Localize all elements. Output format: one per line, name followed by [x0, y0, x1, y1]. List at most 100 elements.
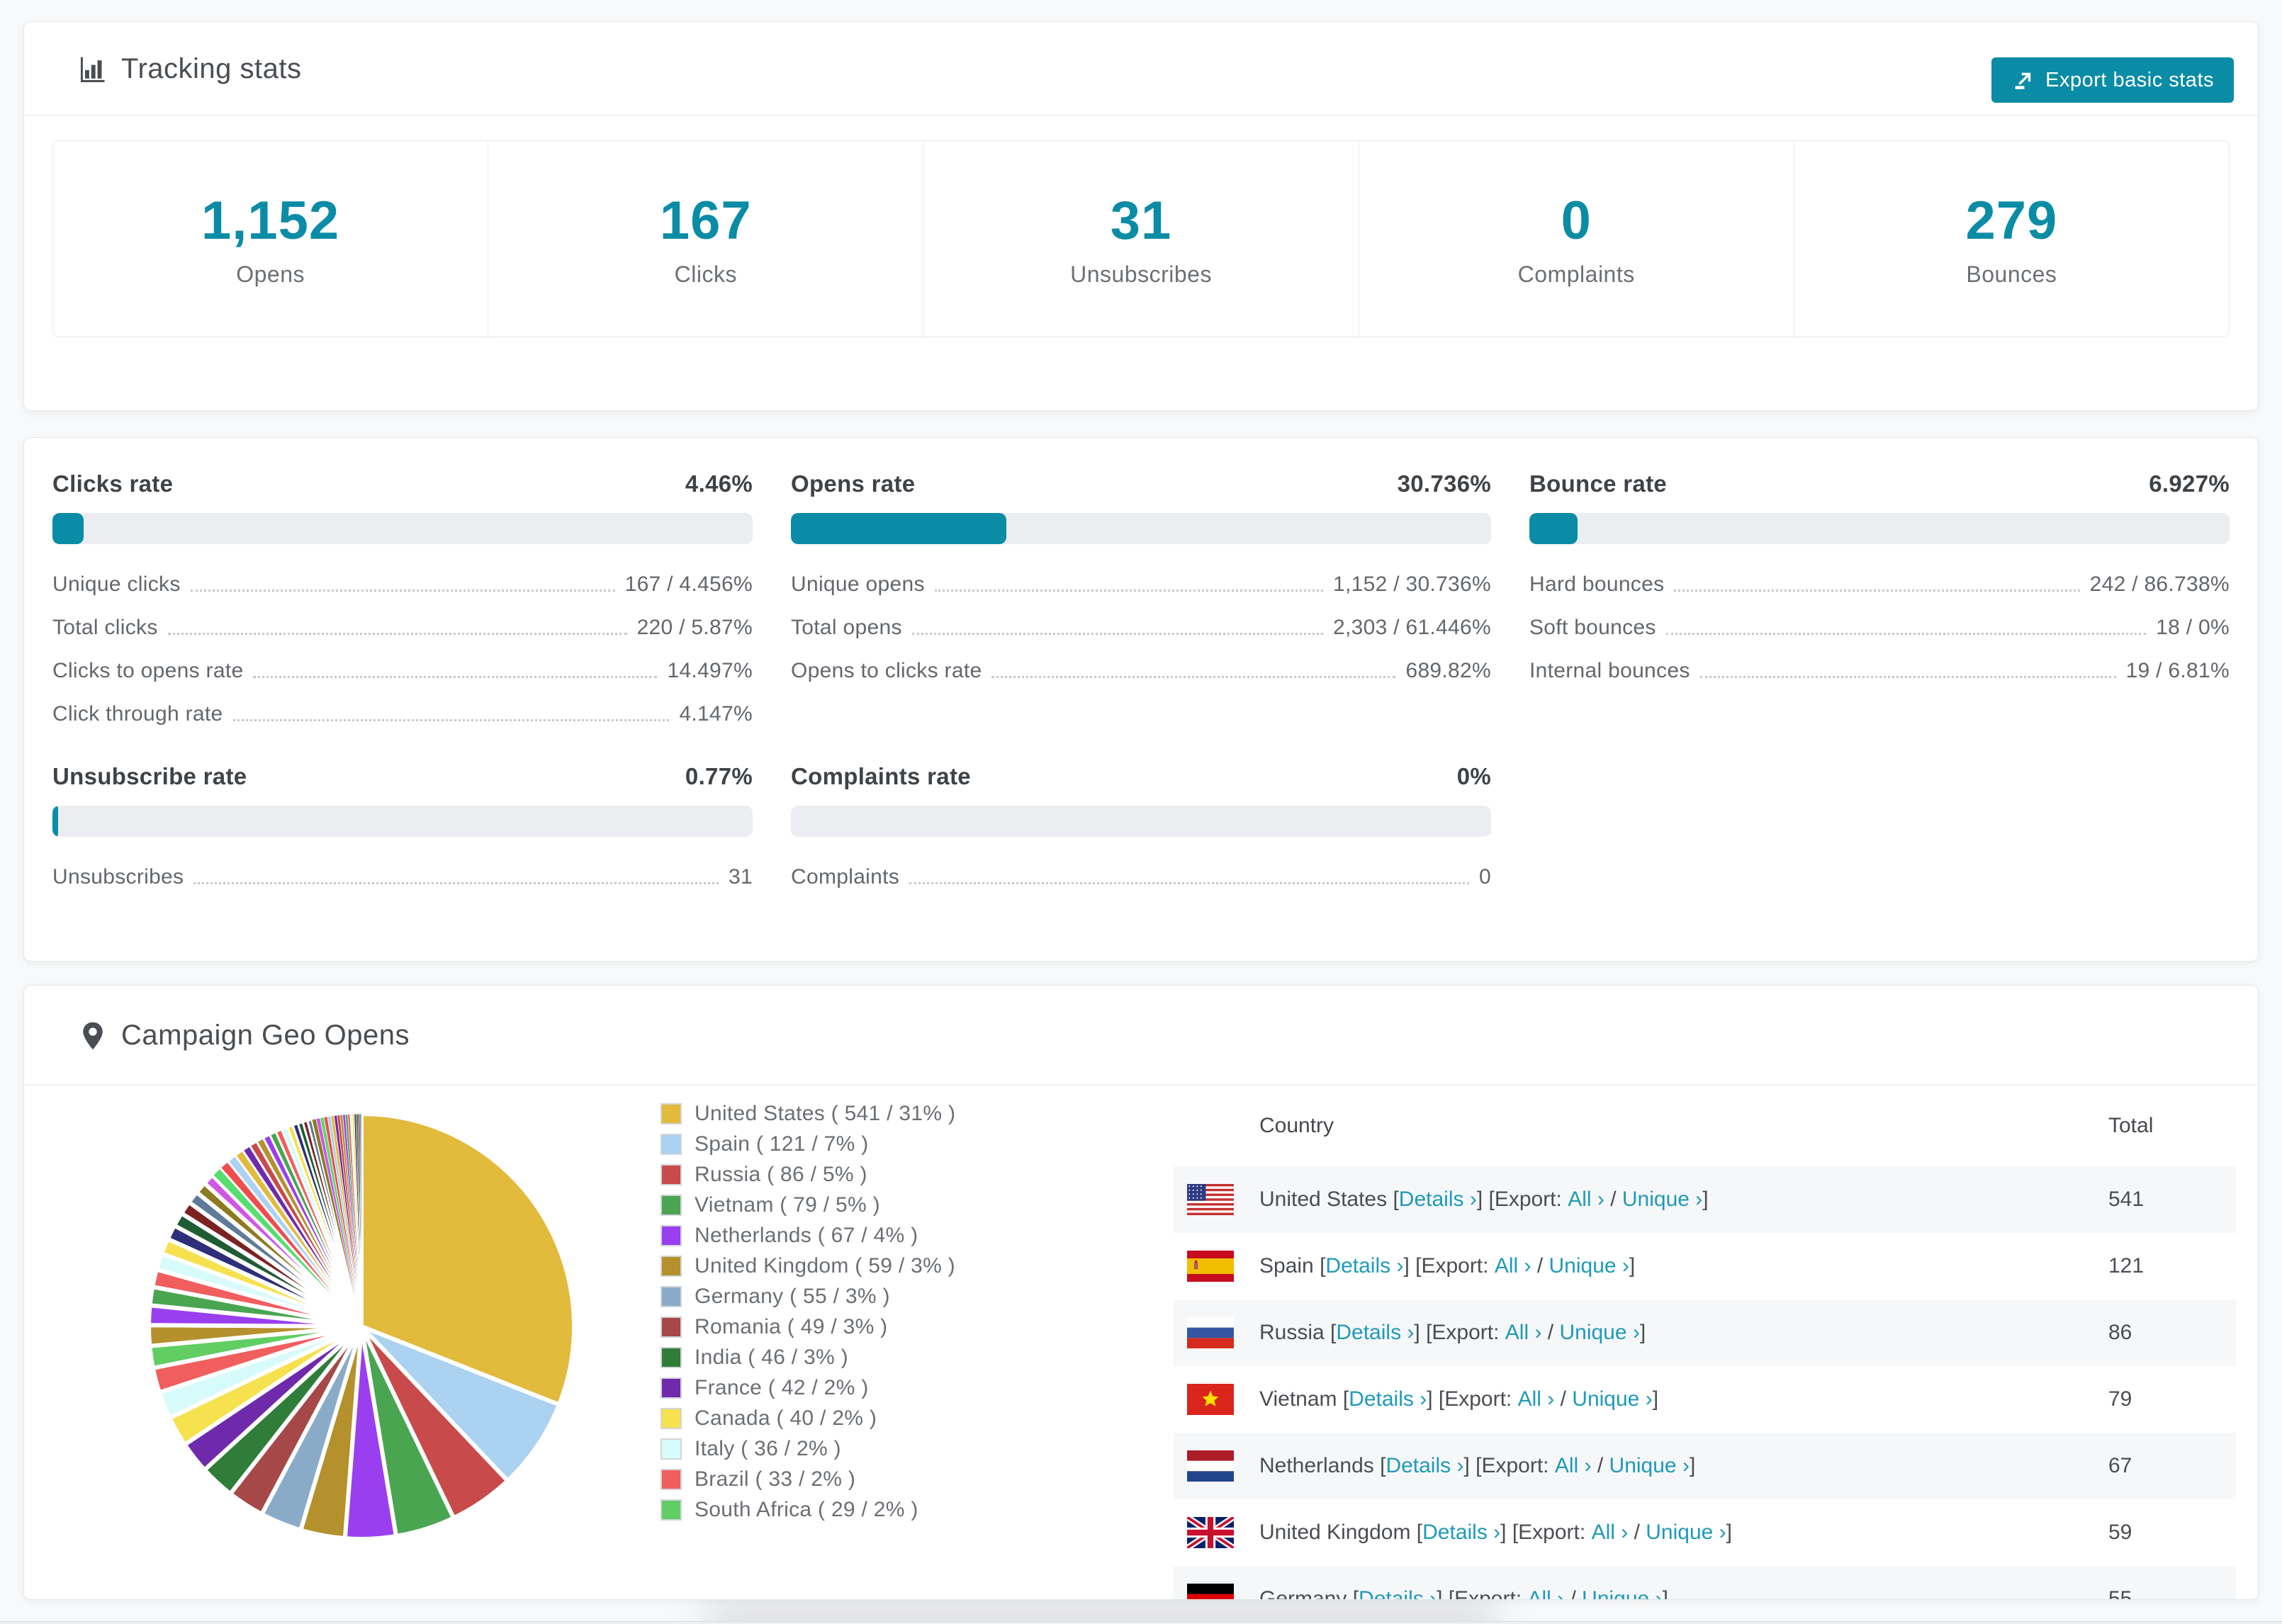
rate-row-unsubscribes: Unsubscribes 31 [52, 865, 753, 889]
export-unique-link-united-states[interactable]: Unique › [1622, 1188, 1702, 1212]
export-all-link-vietnam[interactable]: All › [1518, 1387, 1555, 1411]
details-link-united-states[interactable]: Details › [1399, 1188, 1477, 1212]
flag-germany-icon [1187, 1584, 1234, 1599]
export-icon [2015, 72, 2031, 89]
summary-value-complaints: 0 [1561, 191, 1592, 251]
legend-swatch [661, 1103, 682, 1124]
rate-value: 0% [1456, 763, 1491, 789]
dotted-leader [934, 590, 1323, 592]
legend-label: France ( 42 / 2% ) [695, 1375, 869, 1399]
rate-row-value: 242 / 86.738% [2089, 573, 2230, 596]
country-name: United Kingdom [1259, 1521, 1411, 1544]
country-cell: Spain [Details ›] [Export: All › / Uniqu… [1174, 1251, 2108, 1282]
geo-table-rows: United States [Details ›] [Export: All ›… [1174, 1166, 2236, 1599]
rate-title: Clicks rate [52, 470, 174, 497]
dotted-leader [190, 590, 615, 592]
legend-swatch [661, 1346, 682, 1368]
campaign-geo-opens-card: Campaign Geo Opens United States ( 541 /… [23, 985, 2259, 1600]
rate-row-total-opens: Total opens 2,303 / 61.446% [791, 616, 1491, 640]
rate-value: 0.77% [685, 763, 753, 789]
dotted-leader [1699, 676, 2116, 678]
rate-block-head: Opens rate 30.736% [791, 470, 1491, 497]
country-name: Netherlands [1259, 1454, 1374, 1477]
tracking-stats-header: Tracking stats Export basic stats [24, 22, 2258, 103]
export-basic-stats-button[interactable]: Export basic stats [1991, 57, 2234, 103]
legend-item-france: France ( 42 / 2% ) [661, 1372, 1174, 1403]
rate-row-value: 31 [729, 865, 753, 889]
legend-swatch [661, 1377, 682, 1399]
export-unique-link-russia[interactable]: Unique › [1559, 1321, 1639, 1345]
legend-swatch [661, 1255, 682, 1277]
page-title: Tracking stats [121, 53, 302, 84]
legend-label: Russia ( 86 / 5% ) [695, 1162, 867, 1186]
rate-row-value: 18 / 0% [2156, 616, 2230, 639]
legend-item-vietnam: Vietnam ( 79 / 5% ) [661, 1190, 1174, 1220]
progress-fill [52, 806, 58, 837]
tracking-stats-card: Tracking stats Export basic stats 1,152 O… [23, 21, 2259, 411]
rate-title: Complaints rate [791, 763, 971, 789]
export-all-link-russia[interactable]: All › [1505, 1321, 1542, 1345]
rate-row-click-through-rate: Click through rate 4.147% [52, 702, 753, 726]
export-all-link-united-states[interactable]: All › [1568, 1188, 1604, 1212]
legend-swatch [661, 1285, 682, 1307]
legend-label: Spain ( 121 / 7% ) [695, 1132, 869, 1156]
country-total: 541 [2108, 1188, 2145, 1211]
geo-table-header: Country Total [1174, 1086, 2236, 1166]
export-all-link-germany[interactable]: All › [1527, 1587, 1564, 1599]
page-bottom-strip [0, 1621, 2282, 1624]
export-unique-link-vietnam[interactable]: Unique › [1572, 1387, 1652, 1411]
country-name: United States [1259, 1188, 1388, 1211]
details-link-russia[interactable]: Details › [1336, 1321, 1414, 1345]
rate-block-head: Unsubscribe rate 0.77% [52, 763, 753, 790]
legend-item-brazil: Brazil ( 33 / 2% ) [661, 1464, 1174, 1494]
details-link-united-kingdom[interactable]: Details › [1422, 1521, 1500, 1545]
rate-row-soft-bounces: Soft bounces 18 / 0% [1529, 616, 2230, 640]
summary-value-opens: 1,152 [201, 191, 340, 251]
summary-stat-bounces: 279 Bounces [1794, 141, 2229, 337]
rate-row-label: Clicks to opens rate [52, 659, 244, 682]
details-link-spain[interactable]: Details › [1325, 1254, 1403, 1278]
export-all-link-united-kingdom[interactable]: All › [1592, 1521, 1629, 1545]
country-name: Spain [1259, 1254, 1314, 1278]
export-unique-link-spain[interactable]: Unique › [1549, 1254, 1629, 1278]
progress-bar [791, 806, 1491, 837]
rate-row-value: 4.147% [679, 702, 753, 726]
rate-title: Opens rate [791, 470, 916, 497]
legend-swatch [661, 1499, 682, 1521]
export-unique-link-netherlands[interactable]: Unique › [1609, 1454, 1690, 1478]
legend-item-united-kingdom: United Kingdom ( 59 / 3% ) [661, 1251, 1174, 1281]
rate-row-hard-bounces: Hard bounces 242 / 86.738% [1529, 573, 2230, 597]
summary-stat-unsubscribes: 31 Unsubscribes [923, 141, 1359, 337]
rate-value: 4.46% [685, 470, 753, 497]
bar-chart-icon [80, 57, 105, 82]
export-unique-link-united-kingdom[interactable]: Unique › [1646, 1521, 1726, 1545]
summary-value-clicks: 167 [659, 191, 752, 251]
legend-item-netherlands: Netherlands ( 67 / 4% ) [661, 1220, 1174, 1251]
rate-row-label: Hard bounces [1529, 573, 1665, 596]
legend-label: United States ( 541 / 31% ) [695, 1101, 956, 1125]
country-total: 67 [2108, 1454, 2132, 1477]
geo-table-row-united-states: United States [Details ›] [Export: All ›… [1174, 1166, 2236, 1233]
rate-row-label: Total clicks [52, 616, 158, 639]
geo-table-row-netherlands: Netherlands [Details ›] [Export: All › /… [1174, 1433, 2236, 1499]
details-link-germany[interactable]: Details › [1359, 1587, 1437, 1599]
export-all-link-spain[interactable]: All › [1495, 1254, 1531, 1278]
legend-label: Italy ( 36 / 2% ) [695, 1436, 841, 1460]
export-unique-link-germany[interactable]: Unique › [1582, 1587, 1662, 1599]
rate-row-value: 167 / 4.456% [624, 573, 753, 596]
summary-stat-complaints: 0 Complaints [1359, 141, 1794, 337]
country-cell: United States [Details ›] [Export: All ›… [1174, 1184, 2108, 1215]
header-divider [24, 115, 2258, 116]
details-link-netherlands[interactable]: Details › [1386, 1454, 1463, 1478]
country-cell: Russia [Details ›] [Export: All › / Uniq… [1174, 1317, 2108, 1348]
details-link-vietnam[interactable]: Details › [1349, 1387, 1427, 1411]
dotted-leader [232, 719, 670, 721]
legend-item-romania: Romania ( 49 / 3% ) [661, 1312, 1174, 1342]
rate-rows: Unique clicks 167 / 4.456% Total clicks 220… [52, 573, 753, 726]
rate-rows: Unsubscribes 31 [52, 865, 753, 889]
export-all-link-netherlands[interactable]: All › [1555, 1454, 1592, 1478]
geo-table-row-spain: Spain [Details ›] [Export: All › / Uniqu… [1174, 1233, 2236, 1299]
summary-label-bounces: Bounces [1966, 261, 2057, 287]
dotted-leader [1674, 590, 2080, 592]
country-cell: Netherlands [Details ›] [Export: All › /… [1174, 1450, 2108, 1482]
